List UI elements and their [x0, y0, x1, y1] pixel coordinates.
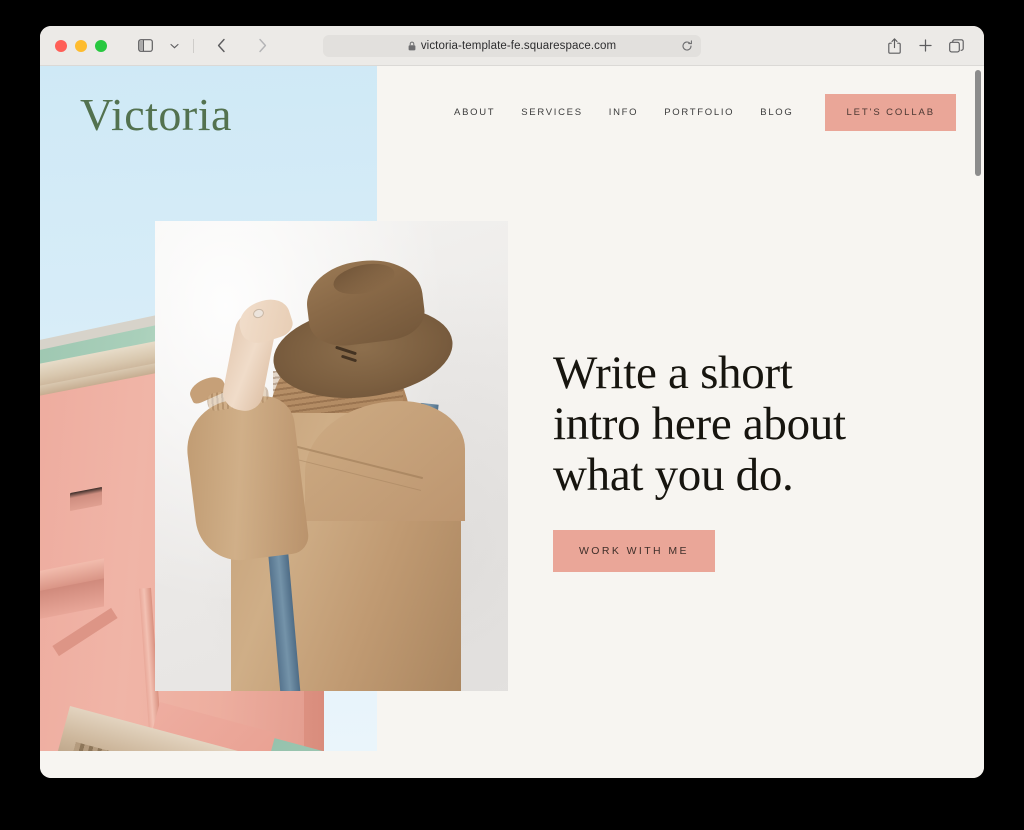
window-traffic-lights — [55, 39, 107, 52]
nav-item-about[interactable]: ABOUT — [454, 107, 495, 118]
nav-item-blog[interactable]: BLOG — [760, 107, 793, 118]
chevron-down-icon[interactable] — [162, 35, 186, 57]
back-button[interactable] — [209, 35, 233, 57]
browser-window: victoria-template-fe.squarespace.com Vic… — [40, 26, 984, 778]
hero-heading-line-1: Write a short — [553, 347, 793, 399]
url-text: victoria-template-fe.squarespace.com — [420, 39, 617, 52]
reload-icon[interactable] — [681, 39, 693, 52]
work-with-me-button[interactable]: WORK WITH ME — [553, 529, 715, 572]
nav-item-services[interactable]: SERVICES — [521, 107, 582, 118]
minimize-window-button[interactable] — [75, 39, 87, 52]
page-viewport: Victoria ABOUT SERVICES INFO PORTFOLIO B… — [40, 66, 984, 778]
hero-heading-line-3: what you do. — [553, 449, 794, 502]
lock-icon — [408, 41, 416, 51]
toolbar-left-controls — [133, 35, 274, 57]
hero-portrait-photo — [155, 221, 508, 691]
toolbar-right-controls — [882, 35, 968, 57]
page-scrollbar[interactable] — [975, 70, 981, 176]
close-window-button[interactable] — [55, 39, 67, 52]
hero-heading: Write a short intro here about what you … — [553, 347, 933, 502]
new-tab-icon[interactable] — [913, 35, 937, 57]
toolbar-divider — [193, 38, 194, 53]
maximize-window-button[interactable] — [95, 39, 107, 52]
share-icon[interactable] — [882, 35, 906, 57]
lets-collab-button[interactable]: LET'S COLLAB — [825, 94, 956, 131]
nav-item-portfolio[interactable]: PORTFOLIO — [664, 107, 734, 118]
hero-text-block: Write a short intro here about what you … — [553, 347, 933, 572]
nav-item-info[interactable]: INFO — [609, 107, 639, 118]
site-navigation: ABOUT SERVICES INFO PORTFOLIO BLOG LET'S… — [454, 94, 956, 131]
sidebar-icon[interactable] — [133, 35, 157, 57]
tab-overview-icon[interactable] — [944, 35, 968, 57]
hero-heading-line-2: intro here about — [553, 398, 846, 451]
forward-button[interactable] — [250, 35, 274, 57]
site-logo[interactable]: Victoria — [80, 92, 232, 138]
browser-toolbar: victoria-template-fe.squarespace.com — [40, 26, 984, 66]
address-bar[interactable]: victoria-template-fe.squarespace.com — [323, 34, 701, 57]
